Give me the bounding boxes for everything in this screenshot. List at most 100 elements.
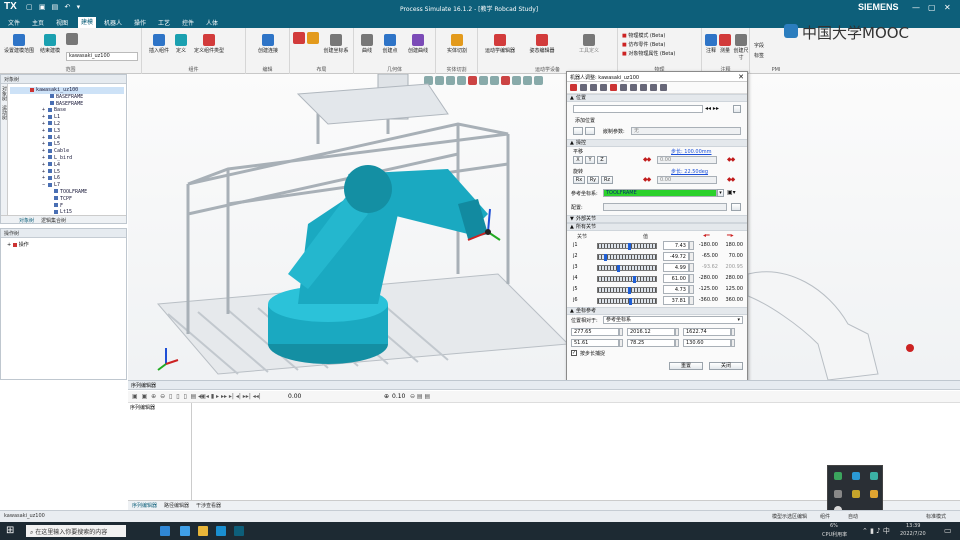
status-auto[interactable]: 自动 [848,513,858,520]
measure-button[interactable]: 测量 [718,34,732,54]
media-icon[interactable] [852,490,860,498]
coord-rz-spinner[interactable] [731,339,735,347]
tree-row[interactable]: BASEFRAME [10,94,124,101]
add-position-before-button[interactable] [573,127,583,135]
section-manipulation[interactable]: ▲ 操控 [567,139,747,147]
menu-operation[interactable]: 操作 [134,18,146,27]
flip-icon[interactable] [620,84,627,91]
reset-button[interactable]: 重置 [669,362,703,370]
coord-rx-spinner[interactable] [619,339,623,347]
joint-slider[interactable] [597,276,657,283]
close-icon[interactable]: ✕ [738,73,744,81]
translate-jog-arrows-icon[interactable]: ◆◆ [727,156,735,163]
coord-rz-field[interactable]: 130.60 [683,339,731,347]
cloth-part-button[interactable]: ■ 仿布零件 (Beta) [622,41,700,48]
tree-row[interactable]: kawasaki_uz100 [10,87,124,94]
config-button[interactable] [731,203,741,211]
ref-param-select[interactable]: 无 [631,127,741,135]
status-mode[interactable]: 标准模式 [926,513,946,520]
minimize-icon[interactable]: — [912,3,920,12]
section-external-axes[interactable]: ▼ 外部关节 [567,215,747,223]
tab-sequence-editor[interactable]: 序列编辑器 [132,502,157,509]
tree-row[interactable]: + L6 [10,175,124,182]
time-step[interactable]: 0.10 [392,393,405,400]
home-icon[interactable] [580,84,587,91]
create-connection-button[interactable]: 创建连接 [250,34,286,54]
joint-spinner[interactable] [689,263,694,272]
joint-slider[interactable] [597,265,657,272]
close-icon[interactable]: ✕ [944,3,951,12]
curve-button[interactable]: 曲线 [358,34,376,54]
kinematic-editor-button[interactable]: 运动学编辑器 [480,34,520,54]
define-component-type-button[interactable]: 定义组件类型 [192,34,226,54]
coord-y-spinner[interactable] [675,328,679,336]
coord-rx-field[interactable]: 51.61 [571,339,619,347]
quick-access-toolbar[interactable]: ▢ ▣ ▤ ↶ ▾ [26,3,82,11]
joint-slider-thumb[interactable] [629,298,633,305]
create-frame-button[interactable]: 创建坐标系 [320,34,352,54]
joint-slider-thumb[interactable] [604,254,608,261]
joint-slider[interactable] [597,254,657,261]
tree-row[interactable]: + L2 [10,121,124,128]
playback-buttons-icon[interactable]: ◂◂ ◂ ▮ ▸ ▸▸ ▸| ◂| ▸▸| ◂◂| [198,393,261,400]
joint-value-field[interactable]: 61.00 [663,274,689,283]
joint-value-field[interactable]: 4.73 [663,285,689,294]
collision-icon[interactable] [640,84,647,91]
tree-row[interactable]: F [10,203,124,210]
tab-object-tree[interactable]: 对象树 [19,217,34,224]
location-nav-icon[interactable]: ◂◂ ▸▸ [705,105,719,112]
tray-icons[interactable]: ⌃ ▮ ♪ 中 [862,526,890,536]
tree-row[interactable]: TOOLFRAME [10,189,124,196]
joint-spinner[interactable] [689,296,694,305]
translate-x-button[interactable]: X [573,156,583,164]
windows-start-icon[interactable]: ⊞ [6,525,14,536]
relative-to-select[interactable]: 参考坐标系 ▾ [603,316,743,324]
options-icon[interactable] [650,84,657,91]
add-position-after-button[interactable] [585,127,595,135]
coord-ry-spinner[interactable] [675,339,679,347]
translate-step-link[interactable]: 步长: 100.00mm [671,148,712,155]
rotate-ry-button[interactable]: Ry [587,176,599,184]
section-coordinate-ref[interactable]: ▲ 坐标参考 [567,307,747,315]
location-field[interactable] [573,105,703,113]
status-scope[interactable]: 模型示选区编辑 [772,513,807,520]
rotate-jog-arrows-icon[interactable]: ◆◆ [727,176,735,183]
end-modeling-button[interactable]: 结束建模 [36,34,64,54]
file-explorer-icon[interactable] [198,526,208,536]
joint-slider-thumb[interactable] [632,276,636,283]
frame-pick-icon[interactable]: ▣▾ [727,189,736,196]
task-view-icon[interactable] [160,526,170,536]
time-step-spinner-icon[interactable]: ⊕ [384,393,389,400]
side-tab-kinematic-tree[interactable]: 运动树 [1,103,8,122]
layout-tool-2[interactable] [306,32,320,45]
joint-value-field[interactable]: 4.99 [663,263,689,272]
tree-row[interactable]: + L5 [10,169,124,176]
tree-row[interactable]: + 操作 [7,241,29,248]
clock-time[interactable]: 13:39 [906,523,920,529]
target-icon[interactable] [610,84,617,91]
tree-row[interactable]: + L1 [10,114,124,121]
graphic-viewer[interactable] [128,74,960,380]
joint-value-field[interactable]: 37.81 [663,296,689,305]
joint-value-field[interactable]: -49.72 [663,252,689,261]
layout-tool-1[interactable] [292,32,306,45]
create-dimension-button[interactable]: 创建尺寸 [732,34,750,61]
tab-collision-viewer[interactable]: 干涉查看器 [196,502,221,509]
rotate-rx-button[interactable]: Rx [573,176,585,184]
joint-slider[interactable] [597,243,657,250]
menu-view[interactable]: 视图 [56,18,68,27]
tcp-icon[interactable] [600,84,607,91]
maximize-icon[interactable]: ▢ [928,3,936,12]
coord-z-field[interactable]: 1622.74 [683,328,731,336]
process-simulate-icon[interactable] [234,526,244,536]
tree-row[interactable]: TCPF [10,196,124,203]
menu-controls[interactable]: 控件 [182,18,194,27]
tab-logical-collection-tree[interactable]: 逻辑集合树 [41,217,66,224]
tree-row[interactable]: + Cable [10,148,124,155]
translate-y-button[interactable]: Y [585,156,595,164]
section-position[interactable]: ▲ 位置 [567,94,747,102]
joint-spinner[interactable] [689,285,694,294]
tool-definition-button[interactable]: 工具定义 [564,34,614,54]
network-icon[interactable] [834,472,842,480]
taskbar-search-input[interactable]: ⌕ 在这里输入你要搜索的内容 [26,525,126,537]
